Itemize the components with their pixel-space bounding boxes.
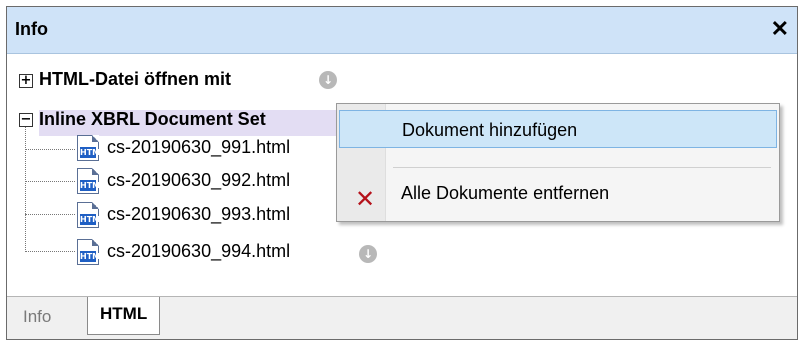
tab-info[interactable]: Info <box>13 303 61 335</box>
file-label: cs-20190630_992.html <box>107 170 291 190</box>
title-bar: Info ✕ <box>7 7 797 54</box>
file-label: cs-20190630_994.html <box>107 241 291 261</box>
window-title: Info <box>15 19 48 39</box>
delete-x-icon: ✕ <box>355 185 376 213</box>
node-label: Inline XBRL Document Set <box>39 109 266 129</box>
collapse-icon[interactable]: − <box>19 113 33 127</box>
html-file-icon: HTM <box>77 168 100 194</box>
menu-item-remove-all-documents[interactable]: ✕ Alle Dokumente entfernen <box>339 174 777 213</box>
html-file-icon: HTM <box>77 239 100 265</box>
file-label: cs-20190630_993.html <box>107 204 291 224</box>
tree-file-item[interactable]: HTM cs-20190630_991.html <box>15 135 375 163</box>
add-action-icon[interactable]: ↓ <box>319 71 337 89</box>
context-menu: Dokument hinzufügen ✕ Alle Dokumente ent… <box>336 103 780 222</box>
html-file-icon: HTM <box>77 202 100 228</box>
tree-file-item[interactable]: HTM cs-20190630_992.html <box>15 168 375 196</box>
menu-item-add-document[interactable]: Dokument hinzufügen <box>339 110 777 148</box>
tab-html[interactable]: HTML <box>87 297 161 335</box>
html-file-icon: HTM <box>77 135 100 161</box>
menu-item-label: Dokument hinzufügen <box>402 120 578 140</box>
tab-strip: Info HTML <box>7 296 797 339</box>
add-action-icon[interactable]: ↓ <box>359 245 377 263</box>
tree-node-inline-xbrl-document-set[interactable]: − Inline XBRL Document Set ↓ <box>15 105 365 133</box>
menu-item-label: Alle Dokumente entfernen <box>401 183 610 203</box>
menu-separator <box>393 167 771 168</box>
tree-node-html-open-with[interactable]: + HTML-Datei öffnen mit ↓ <box>15 67 345 95</box>
expand-icon[interactable]: + <box>19 74 33 88</box>
tree-file-item[interactable]: HTM cs-20190630_993.html <box>15 202 375 230</box>
tree-file-item[interactable]: HTM cs-20190630_994.html ↓ <box>15 239 395 267</box>
node-label: HTML-Datei öffnen mit <box>39 69 231 89</box>
close-icon[interactable]: ✕ <box>771 16 789 42</box>
file-label: cs-20190630_991.html <box>107 137 291 157</box>
